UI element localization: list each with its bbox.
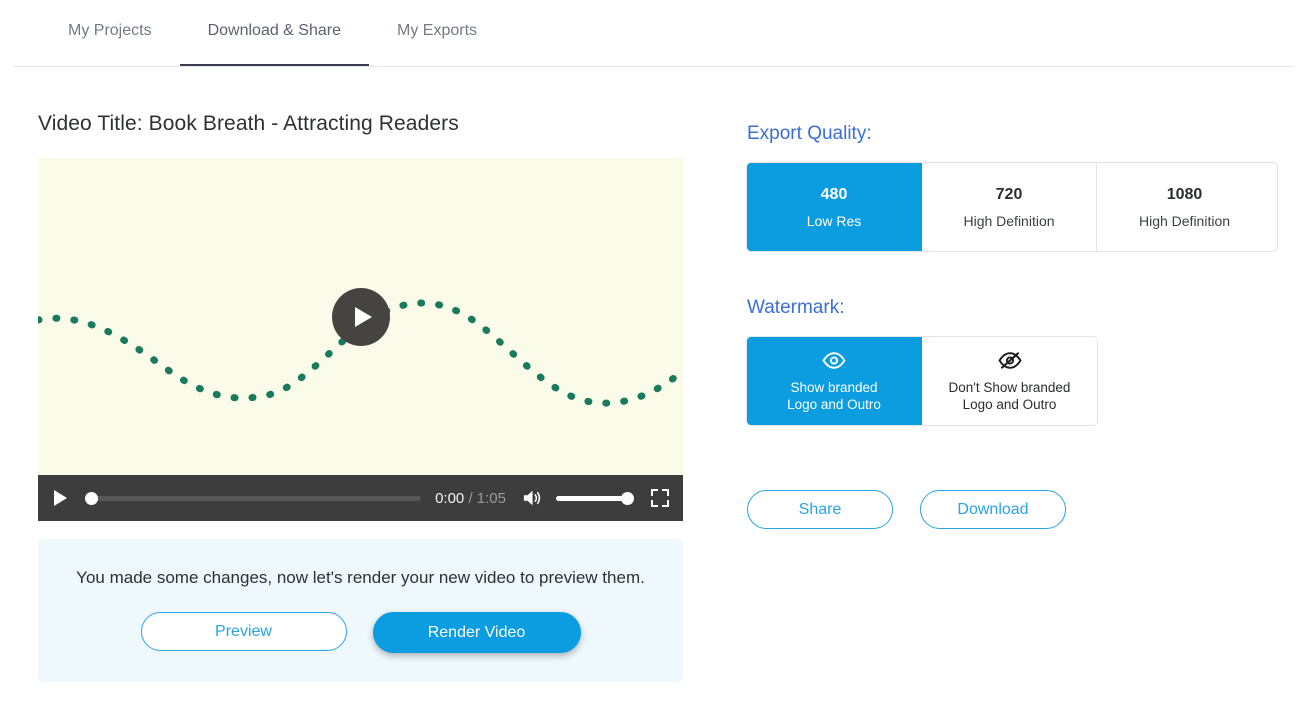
volume-slider[interactable] [556,490,634,506]
export-options-panel: Export Quality: 480 Low Res 720 High Def… [747,123,1277,529]
watermark-option-show[interactable]: Show branded Logo and Outro [747,337,922,425]
play-button[interactable] [54,490,67,506]
render-notice-banner: You made some changes, now let's render … [38,539,683,682]
quality-option-1080[interactable]: 1080 High Definition [1097,163,1272,251]
play-icon [354,306,372,327]
video-title: Video Title: Book Breath - Attracting Re… [38,112,459,135]
progress-track [85,495,422,501]
quality-resolution: 720 [995,185,1023,203]
video-player: 0:00 / 1:05 [38,158,683,521]
quality-description: High Definition [1138,212,1231,229]
volume-high-icon[interactable] [522,488,544,508]
export-quality-section: Export Quality: 480 Low Res 720 High Def… [747,123,1277,251]
progress-scrubber[interactable] [85,490,422,506]
watermark-option-label: Show branded Logo and Outro [787,379,881,413]
tab-download-and-share[interactable]: Download & Share [179,0,370,67]
watermark-section: Watermark: Show branded Logo and Outro D… [747,297,1277,425]
watermark-option-hide[interactable]: Don't Show branded Logo and Outro [922,337,1097,425]
tab-my-exports[interactable]: My Exports [369,0,505,67]
video-preview-stage[interactable] [38,158,683,475]
time-separator: / [468,489,473,507]
export-quality-label: Export Quality: [747,123,872,144]
watermark-label-line1: Don't Show branded [948,380,1071,395]
preview-button[interactable]: Preview [140,612,347,651]
export-quality-options: 480 Low Res 720 High Definition 1080 Hig… [747,163,1277,251]
render-video-button[interactable]: Render Video [372,612,581,653]
progress-knob[interactable] [85,491,98,505]
video-panel: Video Title: Book Breath - Attracting Re… [38,112,683,682]
share-button[interactable]: Share [747,490,893,529]
quality-description: High Definition [963,212,1055,229]
watermark-label-line1: Show branded [790,380,878,395]
tab-my-projects[interactable]: My Projects [40,0,180,67]
render-notice-message: You made some changes, now let's render … [76,568,645,587]
watermark-option-label: Don't Show branded Logo and Outro [949,379,1071,413]
quality-option-480[interactable]: 480 Low Res [747,163,922,251]
render-notice-actions: Preview Render Video [140,612,581,653]
quality-resolution: 1080 [1166,185,1203,203]
tab-label: My Projects [68,22,152,39]
watermark-label: Watermark: [747,297,845,318]
tab-label: Download & Share [207,22,341,39]
duration: 1:05 [476,489,506,507]
eye-off-icon [997,349,1022,371]
watermark-label-line2: Logo and Outro [962,397,1057,412]
volume-knob[interactable] [621,491,634,505]
video-controls-bar: 0:00 / 1:05 [38,475,683,521]
quality-description: Low Res [806,212,862,229]
time-display: 0:00 / 1:05 [435,490,506,507]
top-tab-bar: My Projects Download & Share My Exports [0,0,1307,67]
export-actions: Share Download [747,490,1277,529]
quality-option-720[interactable]: 720 High Definition [922,163,1097,251]
tab-list: My Projects Download & Share My Exports [0,0,1307,67]
eye-icon [822,349,846,371]
quality-resolution: 480 [820,185,848,203]
current-time: 0:00 [435,489,465,507]
watermark-label-line2: Logo and Outro [787,397,881,412]
tab-bar-divider [14,66,1293,67]
play-overlay-button[interactable] [331,287,390,346]
tab-label: My Exports [397,22,478,39]
download-button[interactable]: Download [920,490,1066,529]
fullscreen-icon[interactable] [650,488,670,508]
watermark-options: Show branded Logo and Outro Don't Show b… [747,337,1097,425]
